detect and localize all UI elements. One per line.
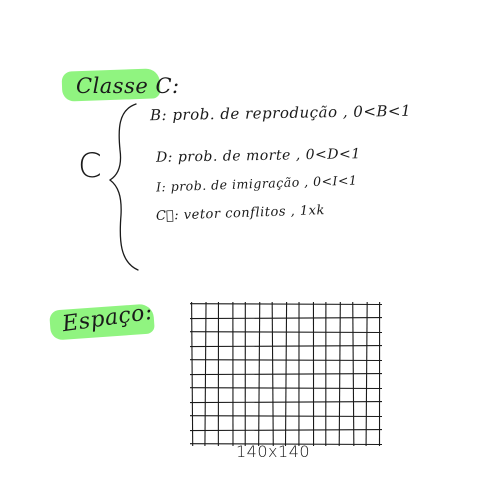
grid-column-line bbox=[191, 301, 194, 447]
grid-size-label: 140x140 bbox=[236, 442, 311, 461]
space-grid bbox=[189, 301, 383, 447]
handwritten-note: Classe C: C B: prob. de reprodução , 0<B… bbox=[0, 0, 502, 496]
